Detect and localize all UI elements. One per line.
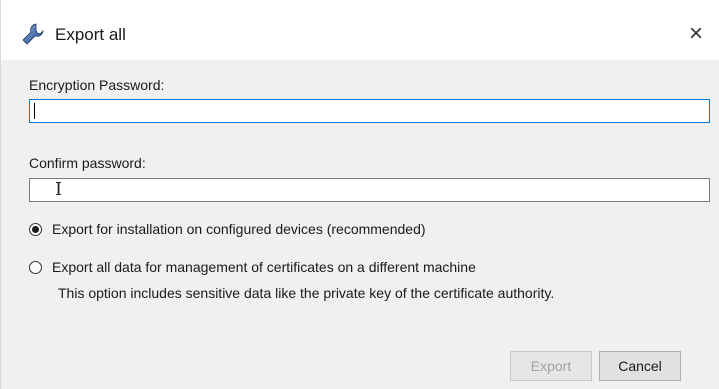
wrench-tool-icon (21, 22, 45, 46)
encryption-password-label: Encryption Password: (29, 77, 165, 93)
encryption-password-field[interactable] (29, 99, 710, 123)
confirm-password-label: Confirm password: (29, 155, 146, 171)
dialog-title: Export all (55, 25, 126, 44)
close-button[interactable]: × (676, 16, 716, 52)
option-install-configured-label: Export for installation on configured de… (52, 221, 426, 237)
option-install-configured[interactable]: Export for installation on configured de… (29, 221, 426, 237)
export-all-dialog: Export all × Encryption Password: Confir… (0, 0, 719, 389)
text-caret (34, 103, 35, 119)
cancel-button[interactable]: Cancel (599, 351, 681, 381)
option-export-all-data[interactable]: Export all data for management of certif… (29, 259, 476, 275)
close-icon: × (688, 20, 703, 47)
radio-export-all-data[interactable] (29, 260, 42, 274)
title-bar: Export all × (1, 0, 719, 60)
radio-install-configured[interactable] (29, 222, 42, 236)
option-export-all-data-label: Export all data for management of certif… (52, 259, 476, 275)
option-export-all-data-description: This option includes sensitive data like… (58, 285, 555, 301)
ibeam-cursor-icon: I (55, 179, 63, 200)
export-button[interactable]: Export (510, 351, 592, 381)
confirm-password-field[interactable]: I (29, 178, 710, 202)
